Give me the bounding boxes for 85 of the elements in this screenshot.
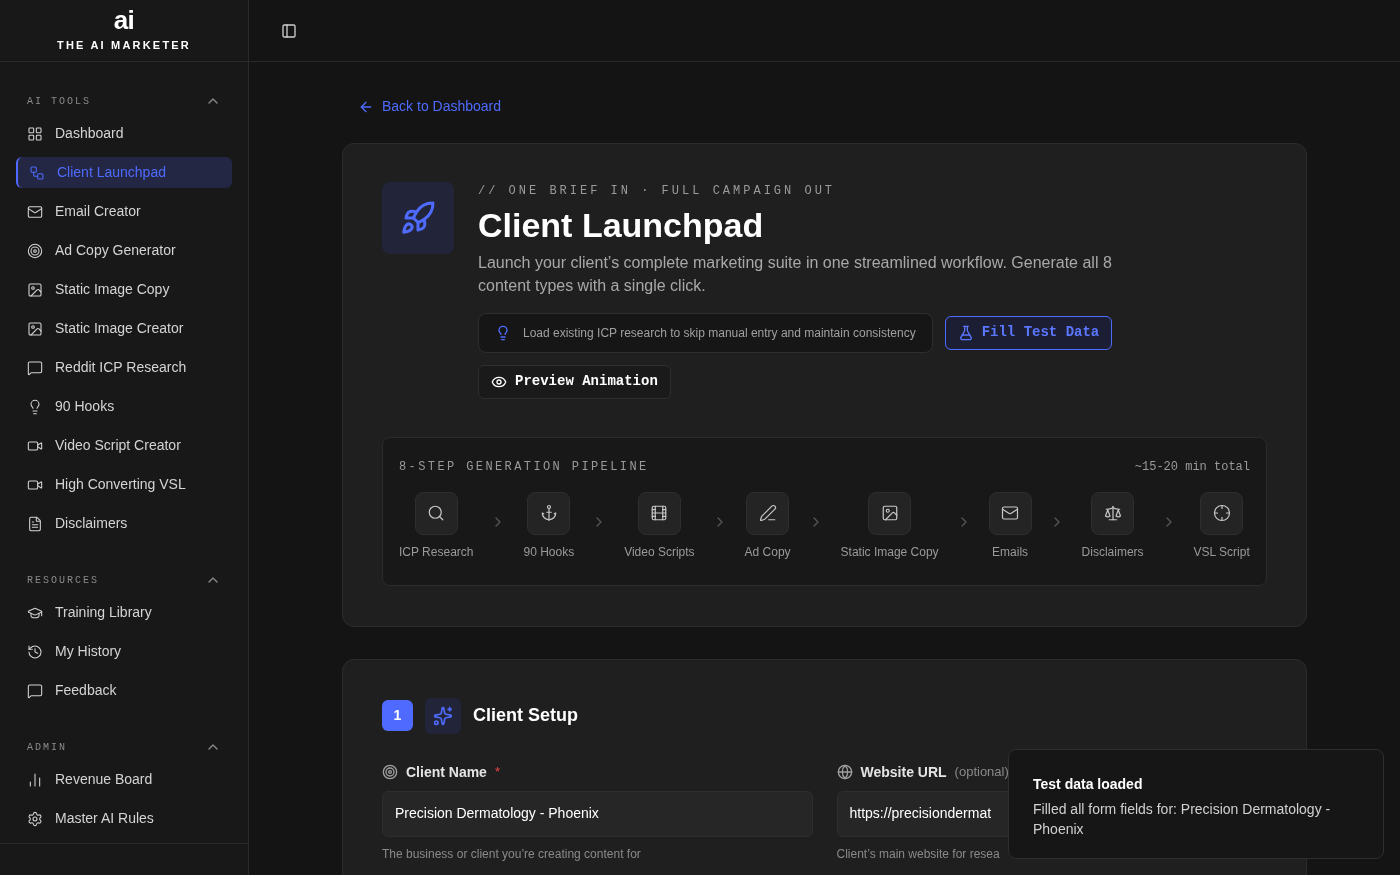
toast-title: Test data loaded — [1033, 775, 1144, 794]
lightbulb-icon — [495, 324, 511, 341]
page-title: Client Launchpad — [478, 205, 765, 246]
field-label: Client Name — [406, 762, 487, 782]
field-hint: Client’s main website for resea — [836, 845, 1001, 863]
workflow-icon — [29, 164, 45, 181]
required-mark: * — [494, 763, 500, 782]
image-icon — [27, 320, 43, 337]
optional-note: (optional) — [954, 763, 1009, 782]
sidebar-toggle-icon[interactable] — [281, 22, 297, 39]
step-label: Static Image Copy — [840, 543, 939, 561]
sidebar-item[interactable]: Dashboard — [16, 118, 232, 149]
sidebar-item[interactable]: Training Library — [16, 597, 232, 628]
sidebar-item[interactable]: High Converting VSL — [16, 469, 232, 500]
target-icon — [27, 242, 43, 259]
step-tile[interactable] — [414, 491, 458, 535]
step-tile[interactable] — [868, 491, 912, 535]
sidebar-item[interactable]: Static Image Copy — [16, 274, 232, 305]
step-tile[interactable] — [637, 491, 681, 535]
step-label: ICP Research — [399, 543, 474, 561]
grid-icon — [27, 125, 43, 142]
back-link[interactable]: Back to Dashboard — [358, 96, 502, 117]
fill-test-data-button[interactable]: Fill Test Data — [944, 315, 1113, 350]
step-label: VSL Script — [1193, 543, 1250, 561]
settings-icon — [27, 810, 43, 827]
eyebrow-text: // ONE BRIEF IN · FULL CAMPAIGN OUT — [478, 183, 837, 200]
step-number: 1 — [382, 700, 413, 731]
sidebar-item[interactable]: Email Creator — [16, 196, 232, 227]
section-title: AI TOOLS — [27, 94, 91, 109]
target-icon — [382, 764, 398, 780]
scale-icon — [1103, 504, 1122, 522]
sidebar-item[interactable]: Reddit ICP Research — [16, 352, 232, 383]
sidebar-item[interactable]: 90 Hooks — [16, 391, 232, 422]
field-hint: The business or client you’re creating content for — [382, 845, 642, 863]
step-tile[interactable] — [746, 491, 790, 535]
text-input[interactable]: Precision Dermatology - Phoenix — [382, 790, 813, 837]
sidebar-item[interactable]: Video Script Creator — [16, 430, 232, 461]
mail-icon — [1001, 504, 1020, 522]
image-icon — [27, 281, 43, 298]
brand-logo: ai — [113, 7, 135, 34]
film-icon — [650, 504, 669, 522]
sidebar-item[interactable]: Ad Copy Generator — [16, 235, 232, 266]
step-label: Disclaimers — [1081, 543, 1144, 561]
icp-hint-text: Load existing ICP research to skip manual entry and maintain consistency — [523, 324, 916, 342]
crosshair-icon — [1212, 504, 1231, 522]
step-tile[interactable] — [1200, 491, 1244, 535]
field-label: Website URL — [860, 762, 947, 782]
step-label: 90 Hooks — [523, 543, 575, 561]
pipeline-duration: ~15-20 min total — [1134, 458, 1250, 476]
step-label: Emails — [992, 543, 1029, 561]
toast-message: Filled all form fields for: Precision Dermatology - Phoenix — [1033, 800, 1332, 839]
search-icon — [427, 504, 446, 522]
globe-icon — [836, 764, 853, 780]
document-icon — [27, 515, 43, 532]
flask-icon — [957, 324, 974, 341]
sidebar-item[interactable]: Static Image Creator — [16, 313, 232, 344]
anchor-icon — [539, 504, 558, 522]
chat-icon — [27, 359, 43, 376]
sparkle-icon — [433, 705, 453, 726]
image-icon — [880, 504, 899, 522]
pen-icon — [758, 504, 777, 522]
sidebar-item[interactable]: My History — [16, 636, 232, 667]
sidebar-item[interactable]: Feedback — [16, 675, 232, 706]
page-description: Launch your client’s complete marketing suite in one streamlined workflow. Generate all 8 content types with a single click. — [478, 252, 1113, 296]
icp-hint-bar[interactable]: Load existing ICP research to skip manual entry and maintain consistency — [478, 312, 933, 353]
preview-animation-button[interactable]: Preview Animation — [478, 364, 671, 399]
rocket-icon — [400, 200, 436, 236]
pipeline-title: 8-STEP GENERATION PIPELINE — [399, 458, 649, 476]
section-heading: Client Setup — [473, 704, 578, 727]
step-tile[interactable] — [988, 491, 1032, 535]
history-icon — [27, 643, 43, 660]
chat-icon — [27, 682, 43, 699]
sidebar-item[interactable]: Revenue Board — [16, 764, 232, 795]
sidebar-item[interactable]: Disclaimers — [16, 508, 232, 539]
section-title: ADMIN — [27, 740, 67, 755]
step-tile[interactable] — [527, 491, 571, 535]
sidebar-item[interactable]: Master AI Rules — [16, 803, 232, 834]
lightbulb-icon — [27, 398, 43, 415]
mail-icon — [27, 203, 43, 220]
step-tile[interactable] — [1091, 491, 1135, 535]
section-title: RESOURCES — [27, 573, 99, 588]
bar-chart-icon — [27, 771, 43, 788]
brand-name: THE AI MARKETER — [56, 38, 191, 54]
step-label: Ad Copy — [744, 543, 791, 561]
step-label: Video Scripts — [624, 543, 695, 561]
